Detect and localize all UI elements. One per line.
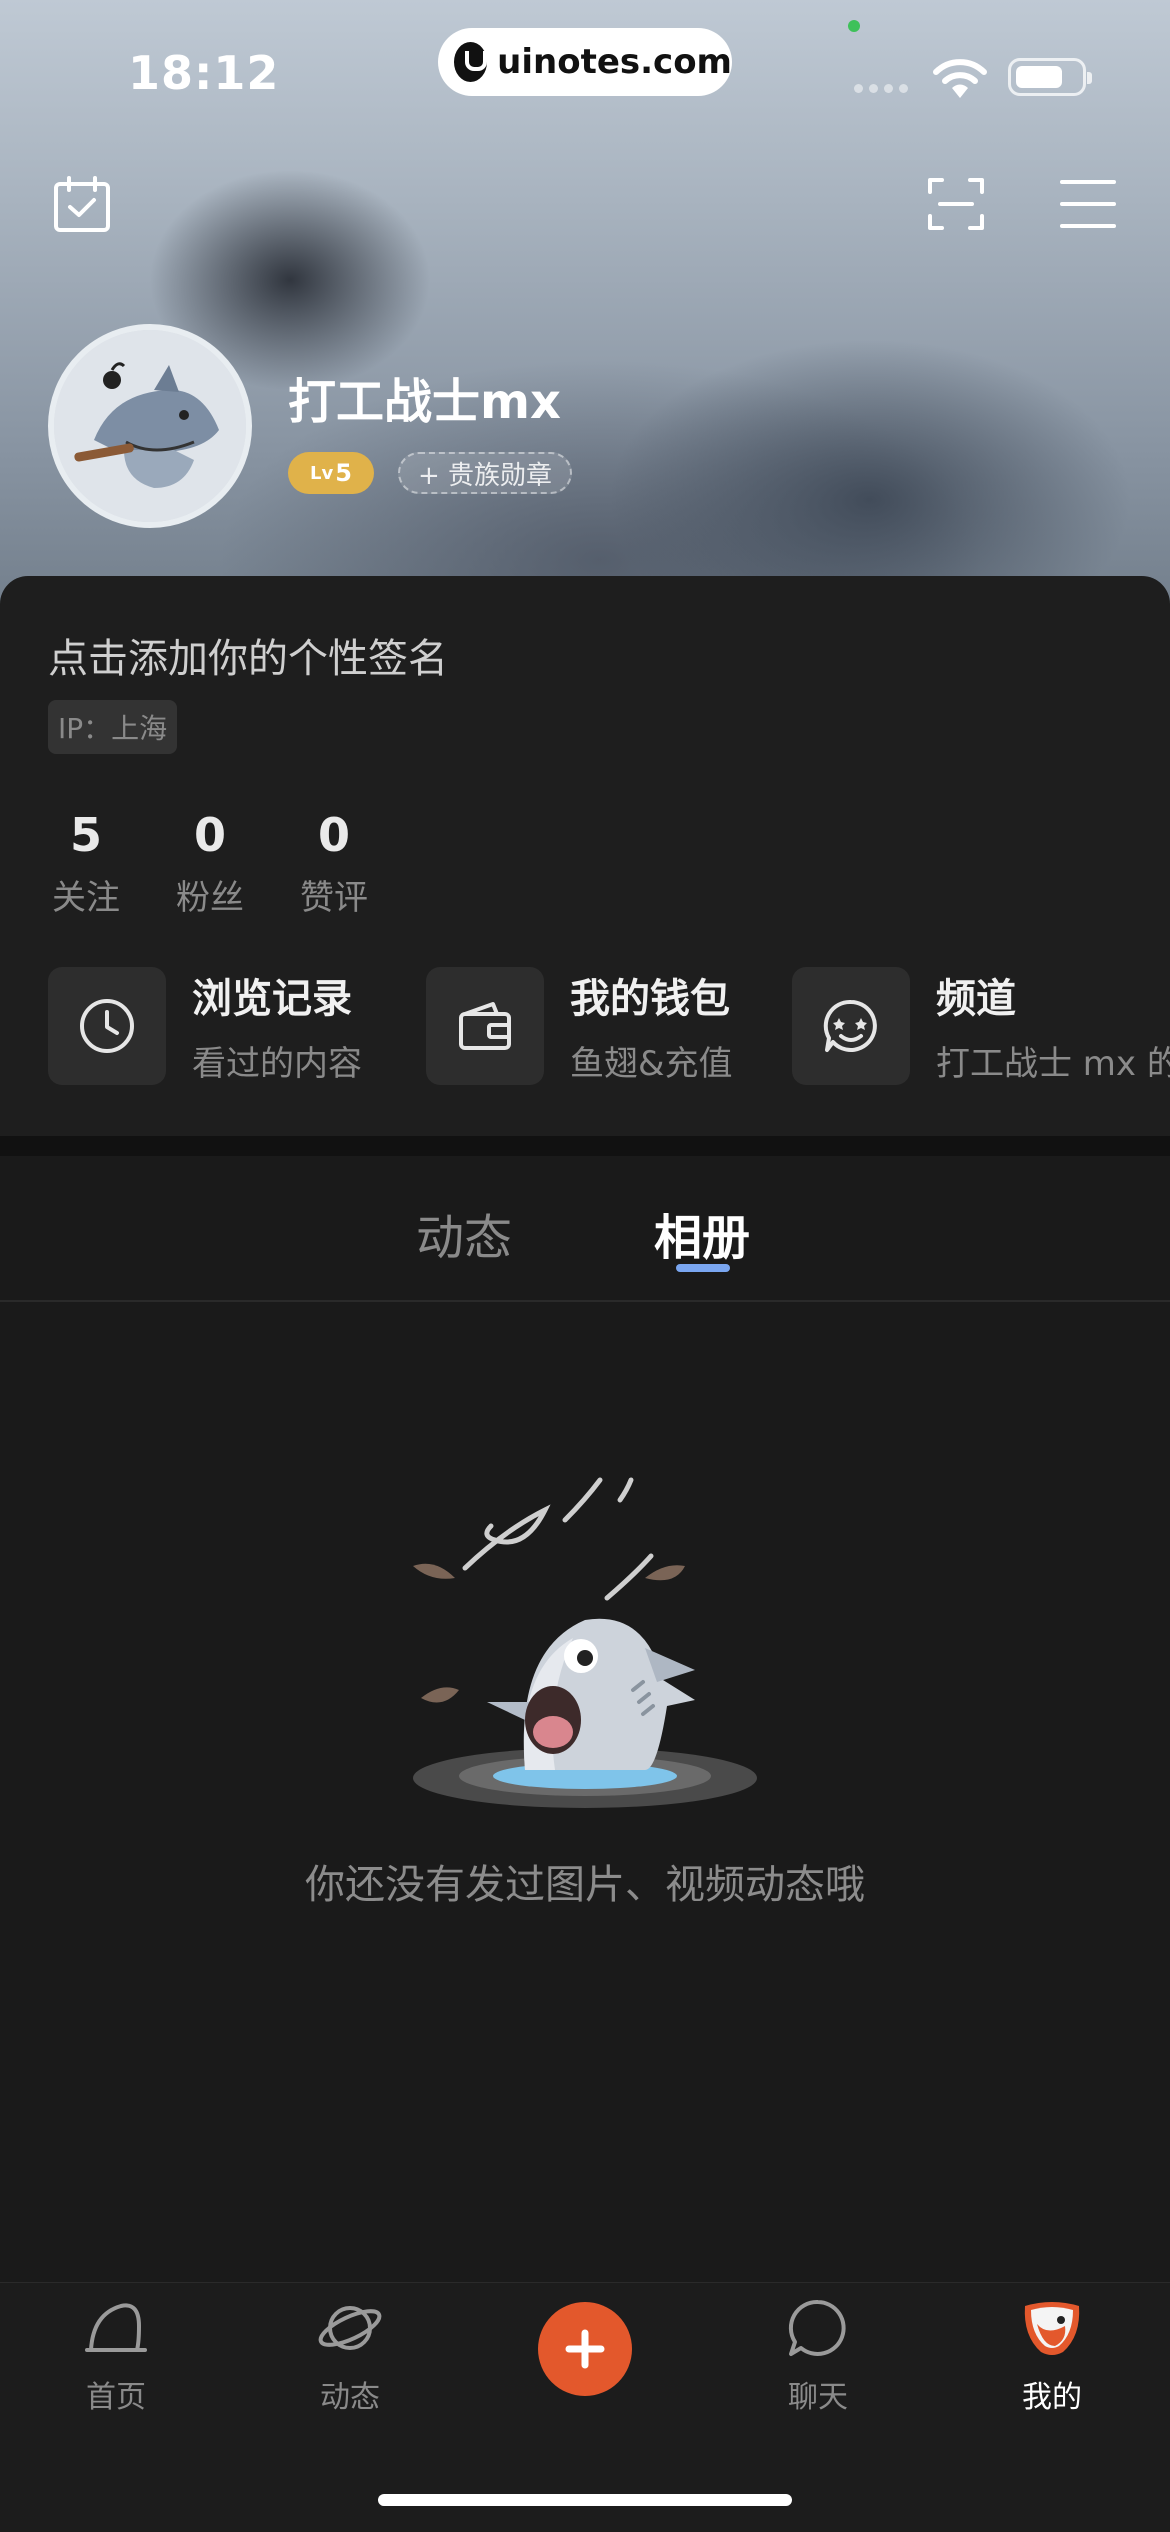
content-tabs: 动态 相册 <box>0 1156 1170 1302</box>
quick-link-wallet[interactable]: 我的钱包 鱼翅&充值 <box>426 966 733 1085</box>
nav-label: 聊天 <box>788 2380 848 2415</box>
empty-state-text: 你还没有发过图片、视频动态哦 <box>305 1862 865 1908</box>
stat-value: 5 <box>69 808 102 862</box>
quick-link-channel[interactable]: 频道 打工战士 mx 的 <box>792 966 1170 1085</box>
quick-link-title: 我的钱包 <box>570 976 730 1022</box>
nav-label: 我的 <box>1022 2380 1082 2415</box>
clock-icon <box>80 998 134 1053</box>
cellular-signal-icon <box>854 84 908 93</box>
stat-value: 0 <box>317 808 350 862</box>
quick-link-subtitle: 看过的内容 <box>192 1044 362 1084</box>
stat-label: 粉丝 <box>176 878 244 918</box>
calendar-checkin-icon[interactable] <box>50 172 114 236</box>
active-tab-indicator <box>676 1264 730 1272</box>
channel-icon <box>823 999 877 1052</box>
avatar[interactable] <box>48 324 252 528</box>
menu-icon[interactable] <box>1056 172 1120 236</box>
home-icon <box>85 2303 147 2352</box>
chat-bubble-icon <box>788 2299 846 2356</box>
wifi-icon <box>933 59 987 98</box>
quick-link-subtitle: 打工战士 mx 的 <box>936 1044 1170 1084</box>
status-time: 18:12 <box>128 46 280 100</box>
stat-likes[interactable]: 0 赞评 <box>294 808 374 919</box>
quick-link-history[interactable]: 浏览记录 看过的内容 <box>48 966 362 1085</box>
level-badge[interactable]: Lv 5 <box>288 452 374 494</box>
noble-badge-button[interactable]: + 贵族勋章 <box>398 452 573 494</box>
quick-link-title: 浏览记录 <box>192 976 352 1022</box>
nav-label: 首页 <box>86 2380 146 2415</box>
camera-indicator <box>848 20 860 32</box>
planet-icon <box>318 2306 382 2350</box>
shark-avatar-icon <box>54 330 246 522</box>
plus-icon <box>565 2329 605 2369</box>
quick-link-subtitle: 鱼翅&充值 <box>570 1044 733 1084</box>
noble-badge-label: + 贵族勋章 <box>418 460 553 491</box>
battery-icon <box>1008 58 1092 96</box>
create-post-button[interactable] <box>538 2302 632 2396</box>
stat-label: 赞评 <box>300 878 368 918</box>
tab-posts[interactable]: 动态 <box>416 1198 512 1268</box>
stat-value: 0 <box>193 808 226 862</box>
signature-prompt[interactable]: 点击添加你的个性签名 <box>48 626 448 684</box>
stat-label: 关注 <box>52 878 120 918</box>
watermark-badge: uinotes.com <box>438 28 732 96</box>
home-indicator <box>378 2494 792 2506</box>
watermark-text: uinotes.com <box>497 42 732 82</box>
profile-shark-icon <box>1024 2302 1080 2355</box>
nav-item-chat[interactable]: 聊天 <box>748 2296 888 2416</box>
level-number: 5 <box>335 459 352 487</box>
wallet-icon <box>459 1001 511 1050</box>
nav-item-feed[interactable]: 动态 <box>280 2296 420 2416</box>
ip-location: IP：上海 <box>48 700 178 754</box>
empty-shark-illustration <box>413 1477 757 1808</box>
level-prefix: Lv <box>310 462 334 484</box>
nav-item-me[interactable]: 我的 <box>982 2296 1122 2416</box>
section-divider <box>0 1136 1170 1156</box>
quick-link-title: 频道 <box>936 976 1016 1022</box>
watermark-logo-icon <box>454 42 488 82</box>
scan-icon[interactable] <box>924 172 988 236</box>
nickname: 打工战士mx <box>288 374 561 430</box>
stat-following[interactable]: 5 关注 <box>46 808 126 919</box>
nav-item-home[interactable]: 首页 <box>46 2296 186 2416</box>
tab-album[interactable]: 相册 <box>654 1198 750 1268</box>
nav-label: 动态 <box>320 2380 380 2415</box>
stat-followers[interactable]: 0 粉丝 <box>170 808 250 919</box>
